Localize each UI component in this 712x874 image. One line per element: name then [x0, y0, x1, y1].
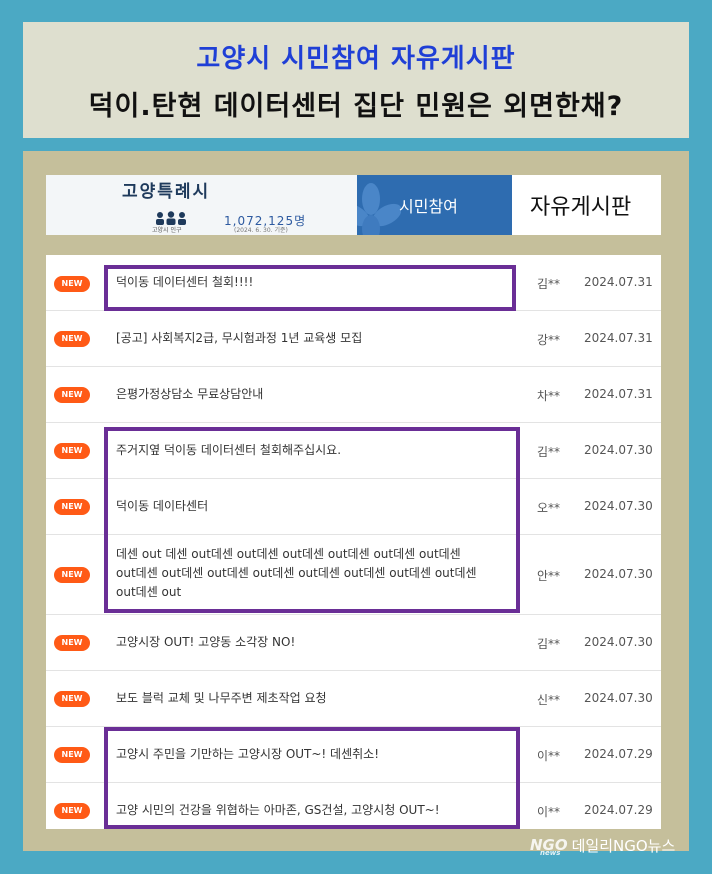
new-badge: NEW — [54, 567, 90, 583]
citizen-participation-label: 시민참여 — [399, 197, 458, 216]
list-item[interactable]: NEW 고양시장 OUT! 고양동 소각장 NO! 김** 2024.07.30 — [46, 615, 661, 671]
post-author: 김** — [537, 277, 561, 291]
post-date: 2024.07.31 — [584, 331, 653, 345]
population-label: 고양시 인구 — [152, 227, 182, 234]
people-icon — [156, 211, 186, 225]
new-badge: NEW — [54, 387, 90, 403]
ngo-logo-sub: news — [540, 849, 561, 857]
post-subject[interactable]: 은평가정상담소 무료상담안내 — [116, 385, 484, 404]
highlight-box — [104, 727, 520, 829]
title-line2: 덕이.탄현 데이터센터 집단 민원은 외면한채? — [88, 91, 624, 122]
post-author: 차** — [537, 389, 561, 403]
highlight-box — [104, 427, 520, 613]
population-date: (2024. 6. 30. 기준) — [234, 227, 288, 234]
post-date: 2024.07.31 — [584, 275, 653, 289]
flower-deco-icon — [357, 183, 401, 235]
site-banner: 고양특례시 1,072,125명 고양시 인구 (2024. 6. 30. 기준… — [46, 175, 661, 235]
free-board-label: 자유게시판 — [530, 195, 632, 220]
new-badge: NEW — [54, 747, 90, 763]
list-item[interactable]: NEW 은평가정상담소 무료상담안내 차** 2024.07.31 — [46, 367, 661, 423]
title-box: 고양시 시민참여 자유게시판 덕이.탄현 데이터센터 집단 민원은 외면한채? — [23, 22, 689, 138]
ngo-logo: NGO news — [530, 836, 568, 857]
free-board-title: 자유게시판 — [512, 175, 661, 235]
post-date: 2024.07.30 — [584, 443, 653, 457]
new-badge: NEW — [54, 635, 90, 651]
new-badge: NEW — [54, 443, 90, 459]
post-subject[interactable]: 보도 블럭 교체 및 나무주변 제초작업 요청 — [116, 689, 484, 708]
post-date: 2024.07.30 — [584, 567, 653, 581]
list-item[interactable]: NEW [공고] 사회복지2급, 무시험과정 1년 교육생 모집 강** 202… — [46, 311, 661, 367]
watermark-text: 데일리NGO뉴스 — [571, 836, 676, 855]
post-author: 이** — [537, 749, 561, 763]
post-date: 2024.07.30 — [584, 499, 653, 513]
board-panel: 고양특례시 1,072,125명 고양시 인구 (2024. 6. 30. 기준… — [23, 151, 689, 851]
new-badge: NEW — [54, 499, 90, 515]
post-list: NEW 덕이동 데이터센터 철회!!!! 김** 2024.07.31 NEW … — [46, 255, 661, 829]
new-badge: NEW — [54, 803, 90, 819]
city-banner[interactable]: 고양특례시 1,072,125명 고양시 인구 (2024. 6. 30. 기준… — [46, 175, 357, 235]
post-author: 신** — [537, 693, 561, 707]
new-badge: NEW — [54, 276, 90, 292]
post-author: 김** — [537, 445, 561, 459]
list-item[interactable]: NEW 보도 블럭 교체 및 나무주변 제초작업 요청 신** 2024.07.… — [46, 671, 661, 727]
post-author: 오** — [537, 501, 561, 515]
post-date: 2024.07.29 — [584, 803, 653, 817]
post-date: 2024.07.31 — [584, 387, 653, 401]
news-watermark: NGO news 데일리NGO뉴스 — [530, 832, 675, 858]
city-logo: 고양특례시 — [122, 182, 211, 202]
post-date: 2024.07.30 — [584, 691, 653, 705]
post-author: 이** — [537, 805, 561, 819]
title-line1: 고양시 시민참여 자유게시판 — [196, 44, 516, 74]
post-author: 안** — [537, 569, 561, 583]
post-subject[interactable]: 고양시장 OUT! 고양동 소각장 NO! — [116, 633, 484, 652]
new-badge: NEW — [54, 331, 90, 347]
new-badge: NEW — [54, 691, 90, 707]
post-author: 김** — [537, 637, 561, 651]
post-subject[interactable]: [공고] 사회복지2급, 무시험과정 1년 교육생 모집 — [116, 329, 484, 348]
post-author: 강** — [537, 333, 561, 347]
post-date: 2024.07.30 — [584, 635, 653, 649]
citizen-participation-tab[interactable]: 시민참여 — [357, 175, 512, 235]
post-date: 2024.07.29 — [584, 747, 653, 761]
highlight-box — [104, 265, 516, 311]
